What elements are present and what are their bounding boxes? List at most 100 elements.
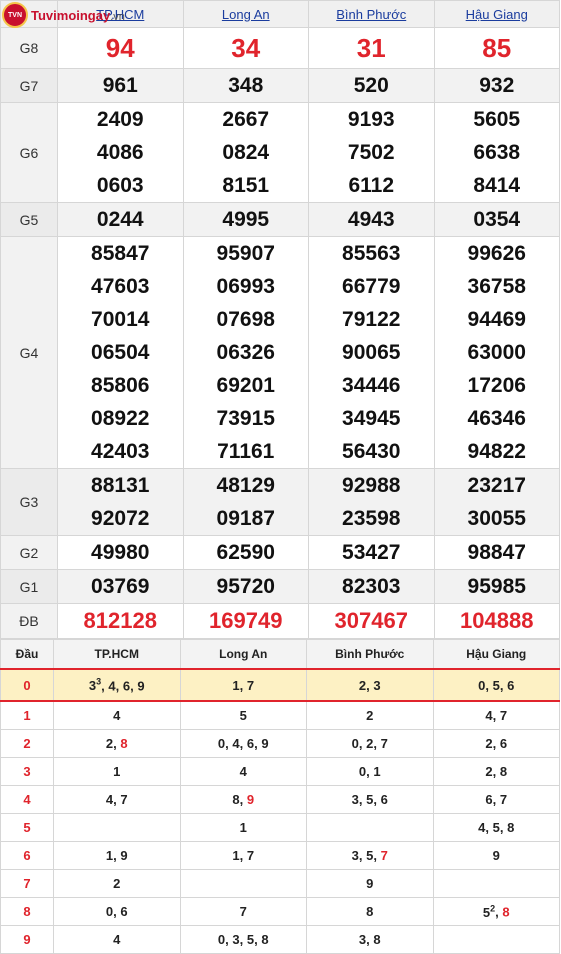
prize-number: 6112 xyxy=(348,174,395,197)
loto-digit: 5 xyxy=(366,848,374,863)
prize-number: 06504 xyxy=(91,341,150,364)
prize-cell: 85563 66779 79122 90065 34446 34945 56430 xyxy=(308,236,435,469)
prize-number: 812128 xyxy=(83,608,157,633)
prize-number: 961 xyxy=(102,74,138,97)
logo-badge-icon: TVN xyxy=(2,2,28,28)
prize-number: 95720 xyxy=(216,575,275,598)
prize-number: 8151 xyxy=(222,174,270,197)
prize-number: 6638 xyxy=(473,141,521,164)
prize-row: G1 03769 95720 82303 95985 xyxy=(0,569,560,604)
loto-cell: 1 xyxy=(179,813,307,842)
loto-dau: 7 xyxy=(0,869,54,898)
province-link[interactable]: Long An xyxy=(222,7,270,22)
loto-digit: 1 xyxy=(105,848,114,863)
loto-digit: 5 xyxy=(492,820,500,835)
prize-number: 42403 xyxy=(91,440,150,463)
loto-row: 0 33, 4, 6, 9 1, 7 2, 3 0, 5, 6 xyxy=(0,668,560,702)
prize-number: 85847 xyxy=(91,242,150,265)
loto-digit: 6 xyxy=(507,677,515,693)
loto-digit: 8 xyxy=(373,932,381,947)
loto-digit: 5 xyxy=(239,708,247,723)
prize-number: 09187 xyxy=(216,507,275,530)
loto-digit: 7 xyxy=(246,848,255,863)
prize-number: 9193 xyxy=(347,108,395,131)
loto-digit: 0 xyxy=(478,677,486,693)
loto-digit: 8 xyxy=(507,820,515,835)
loto-row: 9 4 0, 3, 5, 8 3, 8 xyxy=(0,925,560,954)
prize-number: 85563 xyxy=(342,242,401,265)
loto-cell: 0, 1 xyxy=(306,757,434,786)
loto-digit: 6 xyxy=(380,792,388,807)
loto-cell: 1, 9 xyxy=(53,841,181,870)
loto-cell: 0, 4, 6, 9 xyxy=(179,729,307,758)
prize-number: 92988 xyxy=(342,474,401,497)
loto-header-province: TP.HCM xyxy=(53,639,181,670)
logo-text: Tuvimoingay.vn xyxy=(31,8,125,23)
prize-number: 34446 xyxy=(342,374,401,397)
prize-number: 5605 xyxy=(473,108,521,131)
loto-header-province: Bình Phước xyxy=(306,639,434,670)
prize-cell: 62590 xyxy=(182,535,309,570)
site-logo[interactable]: TVN Tuvimoingay.vn xyxy=(2,1,125,29)
prize-number: 0244 xyxy=(96,208,144,231)
loto-digit: 7 xyxy=(499,708,508,723)
loto-dau: 2 xyxy=(0,729,54,758)
prize-cell: 2667 0824 8151 xyxy=(182,102,309,203)
loto-digit: 1 xyxy=(373,764,381,779)
prize-number: 73915 xyxy=(216,407,275,430)
loto-cell: 7 xyxy=(179,897,307,926)
prize-cell: 4943 xyxy=(308,202,435,237)
prize-number: 92072 xyxy=(91,507,150,530)
loto-cell: 5 xyxy=(179,700,307,730)
prize-cell: 99626 36758 94469 63000 17206 46346 94822 xyxy=(433,236,560,469)
loto-header-row: Đầu TP.HCM Long An Bình Phước Hậu Giang xyxy=(0,639,560,670)
loto-digit: 9 xyxy=(261,736,269,751)
prize-number: 90065 xyxy=(342,341,401,364)
loto-digit: 4 xyxy=(478,820,486,835)
prize-cell: 5605 6638 8414 xyxy=(433,102,560,203)
prize-cell: 348 xyxy=(182,68,309,103)
prize-row: G6 2409 4086 0603 2667 0824 8151 9193 7502 6112 56… xyxy=(0,102,560,203)
prize-cell: 98847 xyxy=(433,535,560,570)
prize-cell: 34 xyxy=(182,27,309,69)
loto-digit: 6 xyxy=(246,736,255,751)
loto-cell: 2, 6 xyxy=(432,729,560,758)
prize-label: G8 xyxy=(0,27,58,69)
prize-number: 2409 xyxy=(96,108,144,131)
prize-cell: 104888 xyxy=(433,603,560,639)
prize-cell: 169749 xyxy=(182,603,309,639)
prize-number: 34945 xyxy=(342,407,401,430)
prize-cell: 0244 xyxy=(57,202,184,237)
loto-cell: 1, 7 xyxy=(179,841,307,870)
loto-cell: 4, 7 xyxy=(432,700,560,730)
loto-digit: 33 xyxy=(88,676,102,694)
loto-cell: 2 xyxy=(53,869,181,898)
loto-digit: 6 xyxy=(120,904,128,919)
loto-digit: 9 xyxy=(366,876,374,891)
loto-digit: 4 xyxy=(105,792,114,807)
prize-number: 94 xyxy=(105,33,135,63)
loto-digit: 7 xyxy=(246,677,255,693)
loto-digit: 4 xyxy=(113,932,121,947)
loto-digit: 9 xyxy=(246,792,255,807)
loto-dau: 9 xyxy=(0,925,54,954)
loto-row: 4 4, 7 8, 9 3, 5, 6 6, 7 xyxy=(0,785,560,814)
loto-digit: 8 xyxy=(120,736,128,751)
province-link[interactable]: Hậu Giang xyxy=(466,7,528,22)
prize-number: 95907 xyxy=(216,242,275,265)
prize-number: 0824 xyxy=(222,141,270,164)
province-link[interactable]: Bình Phước xyxy=(336,7,406,22)
loto-cell: 3, 5, 6 xyxy=(306,785,434,814)
loto-digit: 52 xyxy=(482,903,496,920)
loto-digit: 0 xyxy=(105,904,114,919)
loto-cell: 0, 6 xyxy=(53,897,181,926)
loto-digit: 9 xyxy=(492,848,500,863)
province-header: Bình Phước xyxy=(308,0,435,28)
loto-cell: 52, 8 xyxy=(432,897,560,926)
prize-number: 85 xyxy=(482,33,512,63)
loto-row: 5 1 4, 5, 8 xyxy=(0,813,560,842)
prize-cell: 23217 30055 xyxy=(433,468,560,536)
prize-cell: 95720 xyxy=(182,569,309,604)
loto-cell: 4 xyxy=(53,925,181,954)
prize-number: 31 xyxy=(356,33,386,63)
